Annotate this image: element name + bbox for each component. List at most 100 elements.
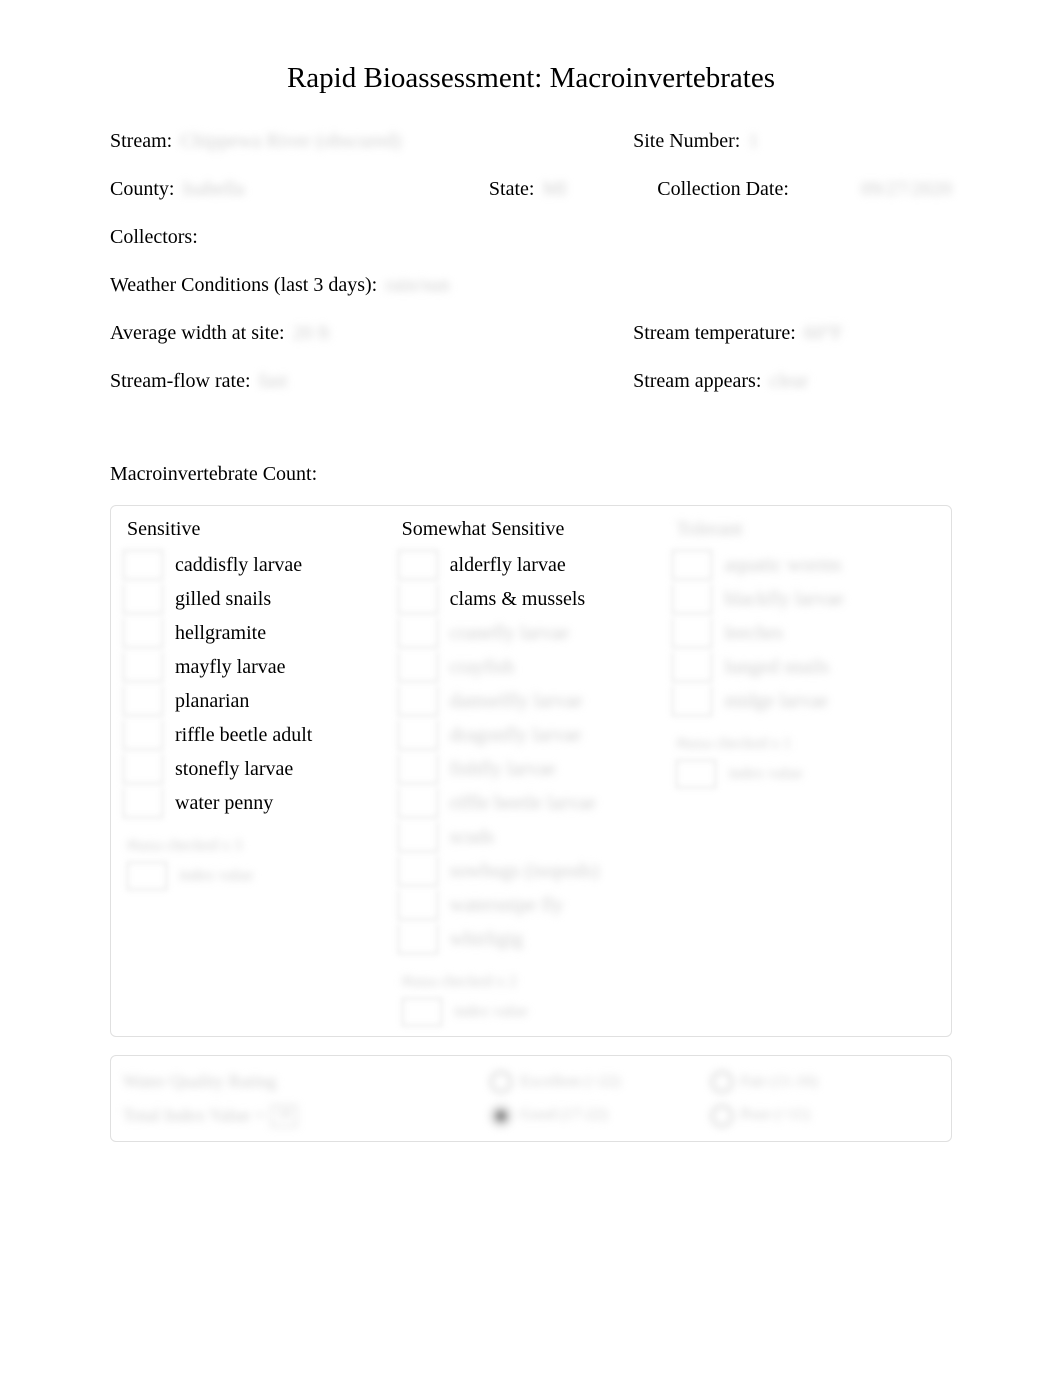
state-value[interactable]: MI [542, 176, 566, 202]
species-name: riffle beetle adult [175, 722, 312, 748]
species-row: riffle beetle larvae [398, 788, 665, 818]
species-row: scuds [398, 822, 665, 852]
weather-value[interactable]: rain/sun [385, 272, 449, 298]
radio-excellent[interactable] [490, 1071, 512, 1093]
stream-temp-value[interactable]: 60°F [804, 320, 843, 346]
rating-box: Water Quality Rating Excellent (>22) Fai… [110, 1055, 952, 1142]
radio-fair[interactable] [711, 1071, 733, 1093]
collection-date-value[interactable]: 09/27/2020 [861, 176, 952, 202]
stream-label: Stream: [110, 128, 172, 154]
species-count-box[interactable] [398, 754, 438, 784]
species-count-box[interactable] [398, 890, 438, 920]
species-row: clams & mussels [398, 584, 665, 614]
species-row: mayfly larvae [123, 652, 390, 682]
species-count-box[interactable] [398, 788, 438, 818]
species-count-box[interactable] [398, 720, 438, 750]
somewhat-header: Somewhat Sensitive [398, 516, 665, 542]
radio-good[interactable] [490, 1105, 512, 1127]
species-count-box[interactable] [398, 856, 438, 886]
species-row: sowbugs (isopods) [398, 856, 665, 886]
species-row: hellgramite [123, 618, 390, 648]
species-name: stonefly larvae [175, 756, 293, 782]
total-index-value[interactable]: 18 [271, 1105, 297, 1127]
flow-rate-label: Stream-flow rate: [110, 368, 251, 394]
species-count-box[interactable] [123, 550, 163, 580]
sensitive-list: caddisfly larvae gilled snails hellgramite… [123, 550, 390, 818]
sensitive-index-label: index value [179, 866, 253, 887]
sensitive-index-box[interactable] [127, 862, 167, 890]
sensitive-column: Sensitive caddisfly larvae gilled snails h… [119, 516, 394, 1027]
species-count-box[interactable] [123, 788, 163, 818]
species-row: blackfly larvae [672, 584, 939, 614]
opt-excellent: Excellent (>22) [520, 1072, 620, 1093]
species-row: stonefly larvae [123, 754, 390, 784]
county-label: County: [110, 176, 174, 202]
species-row: gilled snails [123, 584, 390, 614]
species-row: leeches [672, 618, 939, 648]
species-row: fishfly larvae [398, 754, 665, 784]
site-number-label: Site Number: [633, 128, 740, 154]
count-section-title: Macroinvertebrate Count: [50, 461, 1012, 487]
count-table: Sensitive caddisfly larvae gilled snails h… [110, 505, 952, 1038]
species-row: whirligig [398, 924, 665, 954]
species-count-box[interactable] [123, 584, 163, 614]
species-name: caddisfly larvae [175, 552, 302, 578]
tolerant-index-label: index value [728, 764, 802, 785]
tolerant-calc: #taxa checked x 1 [672, 734, 939, 755]
species-name: scuds [450, 824, 494, 850]
species-name: dragonfly larvae [450, 722, 582, 748]
species-count-box[interactable] [672, 584, 712, 614]
species-row: planarian [123, 686, 390, 716]
species-count-box[interactable] [123, 686, 163, 716]
species-count-box[interactable] [123, 754, 163, 784]
species-row: dragonfly larvae [398, 720, 665, 750]
stream-appears-value[interactable]: clear [769, 368, 808, 394]
stream-value[interactable]: Chippewa River (obscured) [180, 128, 401, 154]
species-count-box[interactable] [672, 652, 712, 682]
species-name: mayfly larvae [175, 654, 286, 680]
opt-fair: Fair (11-16) [741, 1072, 818, 1093]
species-name: blackfly larvae [724, 586, 843, 612]
species-count-box[interactable] [398, 584, 438, 614]
radio-poor[interactable] [711, 1105, 733, 1127]
species-name: water penny [175, 790, 273, 816]
avg-width-value[interactable]: 20 ft [293, 320, 330, 346]
species-count-box[interactable] [672, 686, 712, 716]
tolerant-index-box[interactable] [676, 760, 716, 788]
header-fields: Stream: Chippewa River (obscured) Site N… [50, 128, 1012, 436]
page-title: Rapid Bioassessment: Macroinvertebrates [50, 60, 1012, 98]
sensitive-calc: #taxa checked x 3 [123, 836, 390, 857]
avg-width-label: Average width at site: [110, 320, 285, 346]
species-count-box[interactable] [123, 618, 163, 648]
species-name: cranefly larvae [450, 620, 569, 646]
flow-rate-value[interactable]: fast [259, 368, 288, 394]
species-count-box[interactable] [672, 618, 712, 648]
species-count-box[interactable] [398, 822, 438, 852]
somewhat-index-box[interactable] [402, 998, 442, 1026]
somewhat-list: alderfly larvaeclams & musselscranefly l… [398, 550, 665, 954]
species-count-box[interactable] [672, 550, 712, 580]
species-count-box[interactable] [123, 720, 163, 750]
tolerant-list: aquatic wormsblackfly larvaeleecheslunge… [672, 550, 939, 716]
sensitive-header: Sensitive [123, 516, 390, 542]
species-row: lunged snails [672, 652, 939, 682]
collection-date-label: Collection Date: [657, 176, 789, 202]
species-count-box[interactable] [398, 618, 438, 648]
species-name: sowbugs (isopods) [450, 858, 599, 884]
species-row: cranefly larvae [398, 618, 665, 648]
county-value[interactable]: Isabella [182, 176, 244, 202]
stream-appears-label: Stream appears: [633, 368, 761, 394]
species-name: damselfly larvae [450, 688, 583, 714]
species-name: whirligig [450, 926, 523, 952]
species-count-box[interactable] [123, 652, 163, 682]
species-count-box[interactable] [398, 550, 438, 580]
total-index-text: Total Index Value = [123, 1104, 265, 1127]
species-name: lunged snails [724, 654, 829, 680]
species-count-box[interactable] [398, 652, 438, 682]
species-row: watersnipe fly [398, 890, 665, 920]
site-number-value[interactable]: 1 [748, 128, 758, 154]
species-count-box[interactable] [398, 686, 438, 716]
species-name: watersnipe fly [450, 892, 564, 918]
tolerant-header: Tolerant [672, 516, 939, 542]
species-count-box[interactable] [398, 924, 438, 954]
